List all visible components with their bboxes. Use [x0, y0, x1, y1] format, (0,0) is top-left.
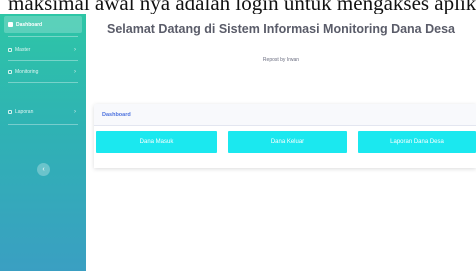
dashboard-icon [8, 22, 13, 27]
tile-label: Dana Keluar [270, 139, 305, 145]
caption-text: maksimal awal nya adalah login untuk men… [8, 0, 476, 14]
chevron-right-icon: › [74, 109, 76, 115]
sidebar-toggle-button[interactable]: ‹ [37, 163, 50, 176]
page-subtitle: Repost by Irwan [262, 57, 300, 63]
sidebar-item-dashboard[interactable]: Dashboard [4, 16, 82, 33]
laporan-dana-desa-button[interactable]: Laporan Dana Desa [358, 131, 476, 153]
sidebar-divider [8, 60, 78, 61]
sidebar-item-label: Master [15, 47, 31, 53]
sidebar: Dashboard Master › Monitoring › Laporan … [0, 14, 86, 271]
document-caption-strip: maksimal awal nya adalah login untuk men… [0, 0, 476, 14]
dana-keluar-button[interactable]: Dana Keluar [228, 131, 347, 153]
box-icon [8, 48, 12, 52]
page-title: Selamat Datang di Sistem Informasi Monit… [107, 22, 455, 36]
sidebar-item-master[interactable]: Master › [4, 44, 82, 56]
chevron-left-icon: ‹ [42, 166, 45, 173]
sidebar-item-label: Laporan [15, 109, 34, 115]
sidebar-item-monitoring[interactable]: Monitoring › [4, 66, 82, 78]
sidebar-divider [8, 124, 78, 125]
sidebar-divider [8, 82, 78, 83]
card-header: Dashboard [94, 104, 476, 126]
sidebar-brand-label: Dashboard [16, 21, 43, 28]
chart-icon [8, 70, 12, 74]
tile-label: Dana Masuk [139, 139, 174, 145]
chevron-right-icon: › [74, 47, 76, 53]
report-icon [8, 110, 12, 114]
tile-label: Laporan Dana Desa [390, 139, 444, 145]
chevron-right-icon: › [74, 69, 76, 75]
card-title: Dashboard [102, 112, 131, 118]
sidebar-item-label: Monitoring [15, 69, 39, 75]
sidebar-item-laporan[interactable]: Laporan › [4, 106, 82, 118]
dana-masuk-button[interactable]: Dana Masuk [96, 131, 217, 153]
sidebar-divider [8, 36, 78, 37]
